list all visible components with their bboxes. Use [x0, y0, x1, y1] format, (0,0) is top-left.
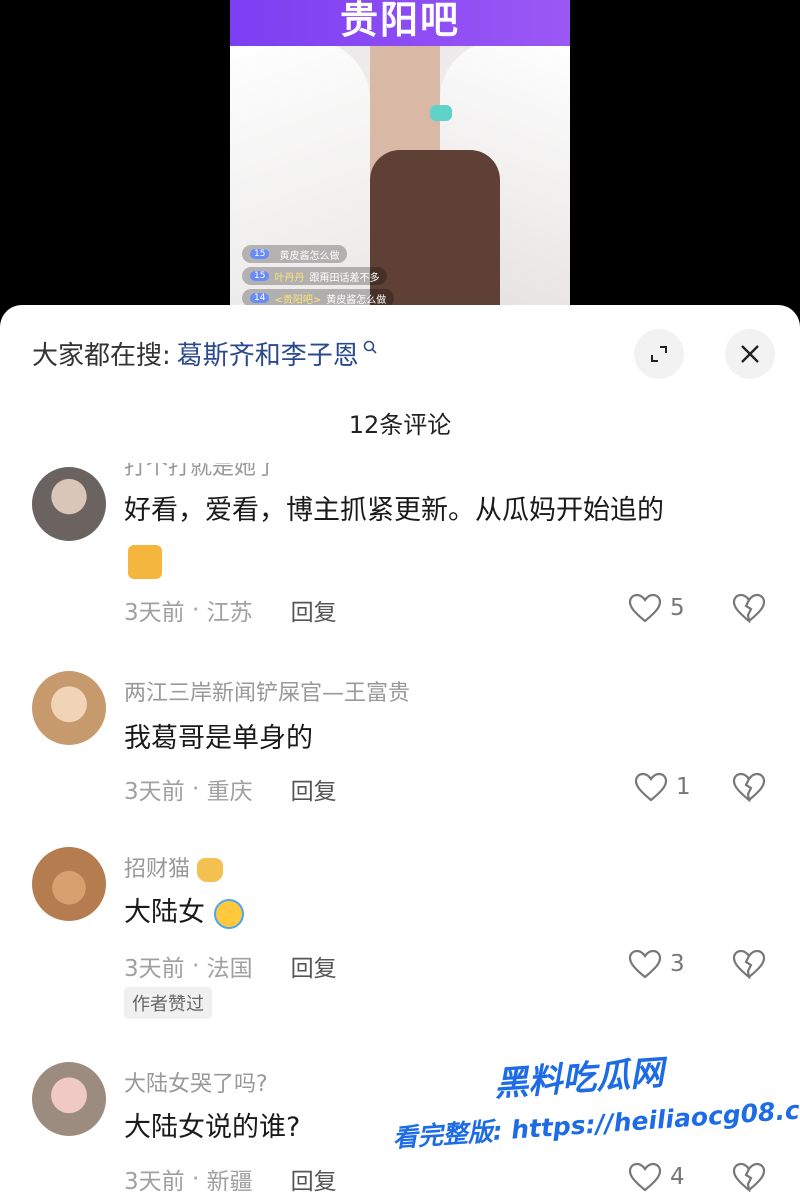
crying-emoji-icon [213, 898, 244, 929]
comment-username[interactable]: 大陆女哭了吗? [124, 1066, 268, 1098]
broken-heart-icon [732, 593, 766, 624]
broken-heart-icon [732, 949, 766, 980]
author-liked-badge: 作者赞过 [124, 987, 212, 1019]
like-button[interactable]: 3 [628, 949, 685, 979]
comment-meta: 3天前 · 重庆 回复 [124, 772, 337, 806]
comment-time: 3天前 [124, 600, 185, 626]
reply-button[interactable]: 回复 [291, 1162, 337, 1196]
comment-count: 12条评论 [348, 411, 452, 439]
heart-icon [628, 593, 662, 623]
comment-location: 江苏 [206, 600, 253, 626]
video-player[interactable]: 贵阳吧 15 黄皮酱怎么做 15 叶丹丹 跟甭田话差不多 14 <贵阳吧> 黄皮… [0, 0, 800, 320]
comment-time: 3天前 [124, 1169, 185, 1195]
comment-location: 法国 [206, 956, 253, 982]
live-comment-text: 黄皮酱怎么做 [326, 294, 387, 306]
like-button[interactable]: 1 [634, 772, 691, 802]
comment-time: 3天前 [124, 779, 185, 805]
expand-button[interactable] [634, 329, 684, 379]
dislike-button[interactable] [732, 772, 766, 806]
meta-separator: · [184, 776, 207, 802]
like-count: 5 [670, 595, 685, 621]
comment-meta: 3天前 · 法国 回复 [124, 949, 337, 983]
comment-text-content: 大陆女 [124, 897, 205, 928]
dislike-button[interactable] [732, 949, 766, 983]
meta-separator: · [184, 953, 207, 979]
reply-button[interactable]: 回复 [291, 949, 337, 983]
heart-icon [628, 949, 662, 979]
live-comment: 15 叶丹丹 跟甭田话差不多 [242, 267, 388, 285]
comment-item: 打个打就是她了 好看，爱看，博主抓紧更新。从瓜妈开始追的 3天前 · 江苏 回复… [0, 455, 800, 655]
live-comment: 15 黄皮酱怎么做 [242, 245, 348, 263]
video-banner-text: 贵阳吧 [339, 0, 460, 42]
trending-search-term[interactable]: 葛斯齐和李子恩 [177, 335, 359, 372]
reply-button[interactable]: 回复 [291, 772, 337, 806]
heart-icon [634, 772, 668, 802]
comment-item: 招财猫 大陆女 3天前 · 法国 回复 3 作者赞过 [0, 843, 800, 1023]
search-icon [363, 339, 377, 358]
comment-username-text: 招财猫 [124, 857, 191, 882]
comment-location: 重庆 [206, 779, 253, 805]
comment-text: 好看，爱看，博主抓紧更新。从瓜妈开始追的 [124, 495, 664, 526]
avatar[interactable] [32, 467, 106, 541]
live-comment-level: 15 [250, 249, 270, 259]
comment-username[interactable]: 打个打就是她了 [124, 463, 278, 481]
close-button[interactable] [725, 329, 775, 379]
comment-item: 两江三岸新闻铲屎官—王富贵 我葛哥是单身的 3天前 · 重庆 回复 1 [0, 665, 800, 805]
comment-username[interactable]: 两江三岸新闻铲屎官—王富贵 [124, 675, 410, 707]
bear-emoji-icon [128, 545, 162, 579]
comment-time: 3天前 [124, 956, 185, 982]
live-comment-level: 15 [250, 271, 270, 281]
like-button[interactable]: 5 [628, 593, 685, 623]
video-frame: 贵阳吧 15 黄皮酱怎么做 15 叶丹丹 跟甭田话差不多 14 <贵阳吧> 黄皮… [230, 0, 570, 320]
expand-icon [651, 346, 667, 362]
close-icon [741, 345, 759, 363]
video-banner: 贵阳吧 [230, 0, 570, 46]
broken-heart-icon [732, 772, 766, 803]
comment-meta: 3天前 · 新疆 回复 [124, 1162, 337, 1196]
meta-separator: · [184, 1166, 207, 1192]
watermark-title: 黑料吃瓜网 [492, 1052, 666, 1105]
dislike-button[interactable] [732, 593, 766, 627]
live-comment-level: 14 [250, 293, 270, 303]
like-count: 3 [670, 951, 685, 977]
comment-text: 大陆女 [124, 887, 244, 939]
like-count: 1 [676, 774, 691, 800]
live-comment-text: 黄皮酱怎么做 [279, 250, 340, 262]
meta-separator: · [184, 597, 207, 623]
watermark: 黑料吃瓜网 看完整版: https://heiliaocg08.com [388, 1036, 800, 1200]
cat-emoji-icon [197, 858, 224, 882]
trending-search-label: 大家都在搜: [32, 341, 171, 371]
live-comment-name: <贵阳吧> [274, 294, 322, 306]
live-comment-name: 叶丹丹 [274, 272, 305, 284]
avatar[interactable] [32, 671, 106, 745]
comment-location: 新疆 [206, 1169, 253, 1195]
reply-button[interactable]: 回复 [291, 593, 337, 627]
comment-text: 我葛哥是单身的 [124, 723, 313, 754]
avatar[interactable] [32, 1062, 106, 1136]
comment-username[interactable]: 招财猫 [124, 851, 224, 883]
trending-search[interactable]: 大家都在搜: 葛斯齐和李子恩 [32, 335, 377, 372]
comment-meta: 3天前 · 江苏 回复 [124, 593, 337, 627]
comment-text: 大陆女说的谁? [124, 1112, 301, 1143]
video-figure-necklace [430, 105, 452, 121]
live-comment-text: 跟甭田话差不多 [309, 272, 380, 284]
avatar[interactable] [32, 847, 106, 921]
